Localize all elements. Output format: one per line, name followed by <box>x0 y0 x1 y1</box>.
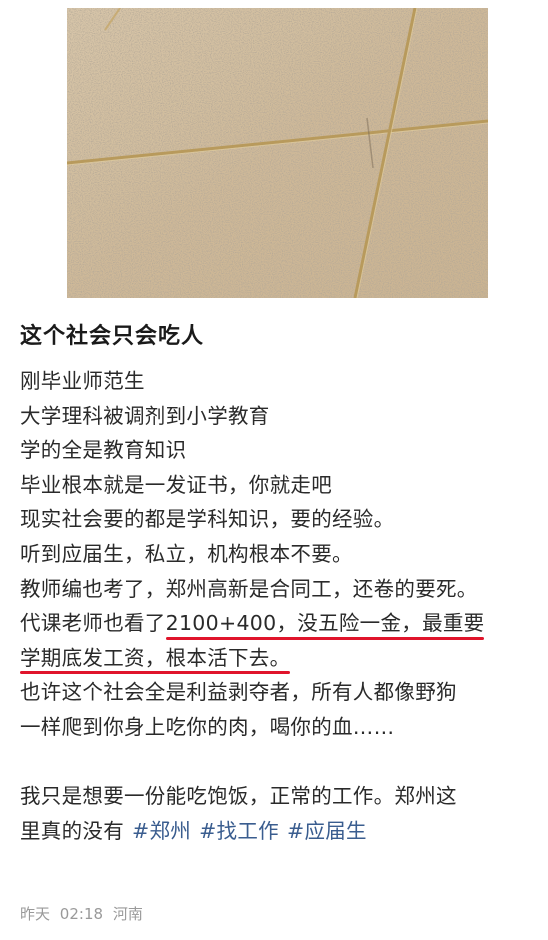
hashtag-graduate[interactable]: #应届生 <box>287 819 367 843</box>
post-line: 学期底发工资，根本活下去。 <box>20 641 540 676</box>
post-line: 一样爬到你身上吃你的肉，喝你的血…… <box>20 714 395 739</box>
ceiling-tile-image <box>67 8 488 298</box>
post-line: 我只是想要一份能吃饱饭，正常的工作。郑州这 <box>20 784 457 809</box>
post-body: 刚毕业师范生 大学理科被调剂到小学教育 学的全是教育知识 毕业根本就是一发证书，… <box>20 364 540 848</box>
post-line: 代课老师也看了 2100+400，没五险一金，最重要 <box>20 606 540 641</box>
post-line: 里真的没有 #郑州 #找工作 #应届生 <box>20 814 540 849</box>
hashtag-zhengzhou[interactable]: #郑州 <box>132 819 191 843</box>
hashtag-find-job[interactable]: #找工作 <box>199 819 279 843</box>
post-line: 教师编也考了，郑州高新是合同工，还卷的要死。 <box>20 576 478 601</box>
post-line: 现实社会要的都是学科知识，要的经验。 <box>20 507 395 532</box>
post-line: 大学理科被调剂到小学教育 <box>20 403 270 428</box>
post-date: 昨天 <box>20 905 51 923</box>
post-line-text: 里真的没有 <box>20 818 124 843</box>
post-meta: 昨天 02:18 河南 <box>20 903 143 924</box>
post-photo[interactable] <box>67 8 488 298</box>
post-line: 也许这个社会全是利益剥夺者，所有人都像野狗 <box>20 680 457 705</box>
post-line: 听到应届生，私立，机构根本不要。 <box>20 541 353 566</box>
post-title: 这个社会只会吃人 <box>20 324 205 349</box>
underlined-text: 2100+400，没五险一金，最重要 <box>165 606 485 641</box>
post-location: 河南 <box>112 905 143 923</box>
post-time: 02:18 <box>59 905 104 923</box>
underlined-text: 学期底发工资，根本活下去。 <box>20 641 291 676</box>
post-line: 学的全是教育知识 <box>20 438 187 463</box>
post-line: 刚毕业师范生 <box>20 369 145 393</box>
post-line: 毕业根本就是一发证书，你就走吧 <box>20 472 332 497</box>
post-line-text: 代课老师也看了 <box>20 611 166 636</box>
